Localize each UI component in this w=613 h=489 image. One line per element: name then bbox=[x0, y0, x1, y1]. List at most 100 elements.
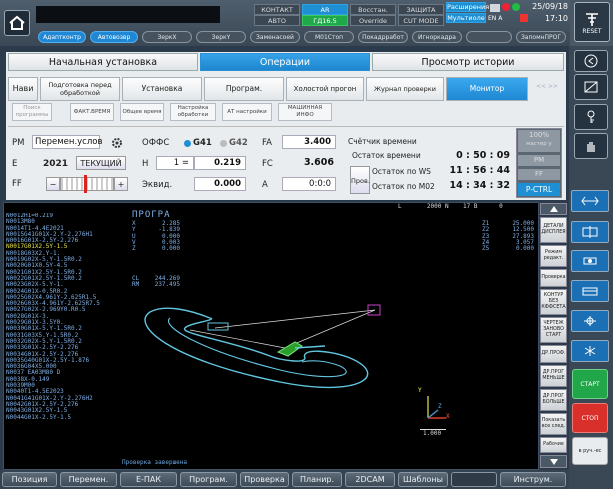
subtab-total-time[interactable]: Общее время bbox=[120, 103, 164, 121]
tab-history[interactable]: Просмотр истории bbox=[372, 53, 564, 71]
hand-icon bbox=[587, 142, 595, 152]
status-ar: AR bbox=[302, 4, 348, 15]
tab-monitor[interactable]: Монитор bbox=[446, 77, 528, 101]
tab-operations[interactable]: Операции bbox=[200, 53, 370, 71]
fn-2dcam[interactable]: 2DCAM bbox=[345, 472, 395, 487]
side-btn-2[interactable] bbox=[571, 221, 609, 243]
axis-z-label: Z bbox=[438, 403, 442, 410]
check-button[interactable]: Пров. bbox=[350, 166, 370, 194]
side-btn-3[interactable] bbox=[571, 250, 609, 272]
fa-value[interactable]: 3.400 bbox=[282, 135, 336, 149]
ekvid-value[interactable]: 0.000 bbox=[194, 177, 246, 191]
tab-dryrun[interactable]: Холостой прогон bbox=[286, 77, 364, 101]
key-button[interactable] bbox=[574, 104, 608, 130]
pill-ignoreblock[interactable]: Игноркадра bbox=[412, 31, 462, 43]
subtab-search-program[interactable]: Поиск программы bbox=[12, 103, 52, 121]
ff-minus-button[interactable]: − bbox=[46, 177, 60, 191]
vbtn-redraw-start[interactable]: ЧЕРТЕЖ ЗАНОВО СТАРТ bbox=[540, 317, 567, 343]
fn-program[interactable]: Програм. bbox=[180, 472, 237, 487]
side-btn-1[interactable] bbox=[571, 190, 609, 212]
pill-mirror-x[interactable]: ЗеркХ bbox=[142, 31, 192, 43]
back-button[interactable] bbox=[574, 50, 608, 72]
subtab-at-setup[interactable]: АТ настройки bbox=[222, 103, 272, 121]
prog-axis-values: 2.285 -1.839 0.000 0.003 0.000 bbox=[158, 220, 180, 253]
vscroll-down-button[interactable] bbox=[540, 455, 567, 468]
pill-saveprog[interactable]: ЗапомнПРОГ bbox=[516, 31, 566, 43]
vbtn-working[interactable]: Рабочие bbox=[540, 437, 567, 453]
pill-blockwork[interactable]: Покадрработ bbox=[358, 31, 408, 43]
tab-navi[interactable]: Нави bbox=[8, 77, 38, 101]
lang-indicator: EN A bbox=[488, 15, 503, 22]
stop-button[interactable]: СТОП bbox=[572, 403, 608, 433]
manual-button[interactable]: в руч.-ес bbox=[572, 437, 608, 465]
hand-button[interactable] bbox=[574, 133, 608, 159]
home-icon bbox=[9, 15, 25, 30]
tab-program[interactable]: Програм. bbox=[204, 77, 284, 101]
ff-slider[interactable] bbox=[60, 177, 114, 191]
fn-planner[interactable]: Планир. bbox=[292, 472, 342, 487]
pill-autoreturn[interactable]: Автовозвр bbox=[90, 31, 138, 43]
no-display-button[interactable] bbox=[574, 74, 608, 100]
fn-position[interactable]: Позиция bbox=[2, 472, 57, 487]
vbtn-contour-no-offset[interactable]: КОНТУР БЕЗ КФФСЕТА bbox=[540, 289, 567, 315]
side-btn-4[interactable] bbox=[571, 280, 609, 302]
tab-scroll-arrows[interactable]: << >> bbox=[530, 83, 564, 90]
ff-plus-button[interactable]: + bbox=[114, 177, 128, 191]
home-button[interactable] bbox=[4, 10, 30, 36]
ws-value: 11 : 56 : 44 bbox=[449, 165, 511, 176]
fn-epak[interactable]: Е-ПАК bbox=[120, 472, 177, 487]
subtab-machine-info[interactable]: МАШИННАЯ ИНФО bbox=[278, 103, 332, 121]
inner-contour bbox=[167, 317, 347, 378]
pm-indicator: РМ bbox=[518, 155, 560, 166]
date: 25/09/18 bbox=[532, 2, 568, 11]
vbtn-prog-bigger[interactable]: ДР.ПРОГ БОЛЬШЕ bbox=[540, 389, 567, 411]
tab-setup[interactable]: Установка bbox=[122, 77, 202, 101]
tab-checklog[interactable]: Журнал проверки bbox=[366, 77, 444, 101]
g42-radio[interactable] bbox=[220, 140, 227, 147]
fa-label: FA bbox=[262, 138, 272, 148]
fn-variables[interactable]: Перемен. bbox=[60, 472, 117, 487]
vbtn-show-all[interactable]: Показать все след. bbox=[540, 413, 567, 435]
vscroll-up-button[interactable] bbox=[540, 203, 567, 215]
current-button[interactable]: ТЕКУЩИЙ bbox=[76, 156, 126, 170]
h-value[interactable]: 1 = bbox=[156, 156, 194, 170]
fn-templates[interactable]: Шаблоны bbox=[398, 472, 448, 487]
pill-mirror-y[interactable]: ЗеркY bbox=[196, 31, 246, 43]
vbtn-prog-smaller[interactable]: ДР.ПРОГ МЕНЬШЕ bbox=[540, 365, 567, 387]
gear-button[interactable] bbox=[108, 135, 126, 151]
vbtn-display-details[interactable]: ДЕТАЛИ ДИСПЛЕЯ bbox=[540, 217, 567, 243]
g41-radio[interactable] bbox=[184, 140, 191, 147]
a-label: A bbox=[262, 180, 268, 190]
status-gd: ГД16.5 bbox=[302, 15, 348, 26]
vbtn-other-profile[interactable]: ДР.ПРОФ. bbox=[540, 345, 567, 363]
reset-button[interactable]: RESET bbox=[574, 2, 610, 42]
tab-prep[interactable]: Подготовка перед обработкой bbox=[40, 77, 120, 101]
fn-empty[interactable] bbox=[451, 472, 497, 487]
pill-empty[interactable] bbox=[466, 31, 512, 43]
ff-slider-thumb[interactable] bbox=[84, 175, 87, 193]
e-value[interactable]: 2021 bbox=[30, 157, 68, 171]
vbtn-check[interactable]: Проверка bbox=[540, 269, 567, 287]
reset-icon bbox=[586, 12, 598, 26]
subtab-machining-setup[interactable]: Настройка обработки bbox=[170, 103, 216, 121]
side-btn-6[interactable] bbox=[571, 340, 609, 362]
a-value[interactable]: 0:0:0 bbox=[282, 177, 336, 191]
status-cutmode: CUT MODE bbox=[398, 15, 444, 26]
fn-check[interactable]: Проверка bbox=[240, 472, 289, 487]
fn-tools[interactable]: Инструм. bbox=[500, 472, 566, 487]
z-labels: Z1 Z2 Z3 Z4 Z5 bbox=[482, 220, 490, 253]
subtab-fact-time[interactable]: ФАКТ.ВРЕМЯ bbox=[70, 103, 114, 121]
pm-value[interactable]: Перемен.услов bbox=[32, 135, 103, 149]
h-offset-value[interactable]: 0.219 bbox=[194, 156, 246, 170]
side-btn-5[interactable] bbox=[571, 310, 609, 332]
pill-adaptcontrol[interactable]: Адаптконтр bbox=[38, 31, 86, 43]
e-label: E bbox=[12, 159, 18, 169]
ekvid-label: Эквид. bbox=[142, 180, 173, 190]
start-button[interactable]: СТАРТ bbox=[572, 369, 608, 399]
pill-m01stop[interactable]: M01Стоп bbox=[304, 31, 354, 43]
z-values: 25.000 12.500 27.893 3.057 0.000 bbox=[512, 220, 534, 253]
vbtn-edit-mode[interactable]: Режим редакт. bbox=[540, 245, 567, 267]
g42-label: G42 bbox=[229, 138, 248, 148]
tab-initial-setup[interactable]: Начальная установка bbox=[8, 53, 198, 71]
pill-replace[interactable]: Заменасоей bbox=[250, 31, 300, 43]
